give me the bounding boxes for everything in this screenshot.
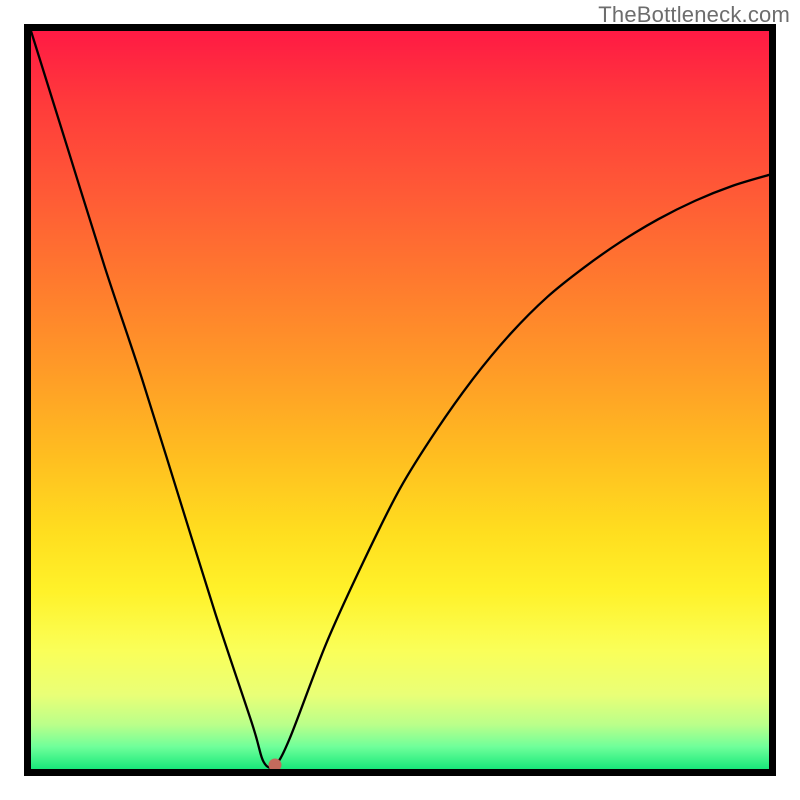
plot-area <box>31 31 769 769</box>
bottleneck-curve <box>31 31 769 769</box>
chart-container: TheBottleneck.com <box>0 0 800 800</box>
min-marker <box>268 759 281 769</box>
chart-frame <box>24 24 776 776</box>
watermark-text: TheBottleneck.com <box>598 2 790 28</box>
